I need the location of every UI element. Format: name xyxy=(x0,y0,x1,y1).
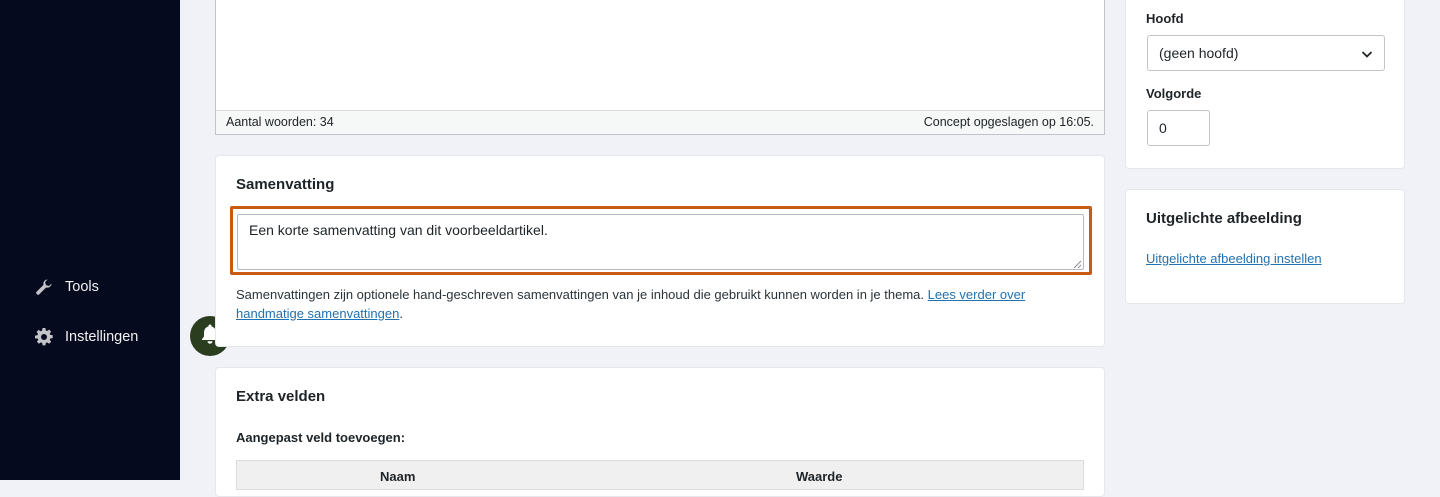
excerpt-textarea[interactable]: Een korte samenvatting van dit voorbeeld… xyxy=(237,214,1084,270)
excerpt-title: Samenvatting xyxy=(236,176,335,193)
parent-select-value: (geen hoofd) xyxy=(1159,45,1239,61)
featured-image-title: Uitgelichte afbeelding xyxy=(1146,210,1302,227)
help-text-body: Samenvattingen zijn optionele hand-gesch… xyxy=(236,287,928,302)
admin-sidebar: Tools Instellingen xyxy=(0,0,180,480)
wrench-icon xyxy=(34,277,54,297)
gear-icon xyxy=(34,327,54,347)
order-label: Volgorde xyxy=(1146,86,1202,101)
content-editor[interactable]: Aantal woorden: 34 Concept opgeslagen op… xyxy=(215,0,1105,135)
order-input[interactable] xyxy=(1147,110,1210,146)
sidebar-item-label: Instellingen xyxy=(65,329,139,345)
featured-image-panel xyxy=(1125,189,1405,304)
parent-select[interactable]: (geen hoofd) xyxy=(1147,35,1385,71)
set-featured-image-link[interactable]: Uitgelichte afbeelding instellen xyxy=(1146,251,1322,266)
draft-saved-status: Concept opgeslagen op 16:05. xyxy=(923,115,1094,129)
column-header-value: Waarde xyxy=(796,469,843,484)
editor-status-bar: Aantal woorden: 34 Concept opgeslagen op… xyxy=(216,110,1104,134)
excerpt-help-text: Samenvattingen zijn optionele hand-gesch… xyxy=(236,285,1086,323)
custom-fields-title: Extra velden xyxy=(236,388,326,405)
column-header-name: Naam xyxy=(380,469,416,484)
help-text-end: . xyxy=(399,306,403,321)
custom-fields-table-header: Naam Waarde xyxy=(236,460,1084,490)
chevron-down-icon xyxy=(1360,47,1374,64)
add-custom-field-label: Aangepast veld toevoegen: xyxy=(236,430,406,445)
sidebar-item-settings[interactable]: Instellingen xyxy=(0,319,180,355)
sidebar-item-label: Tools xyxy=(65,279,99,295)
parent-label: Hoofd xyxy=(1146,11,1184,26)
sidebar-item-tools[interactable]: Tools xyxy=(0,269,180,305)
resize-grip-icon[interactable] xyxy=(1072,259,1082,269)
word-count: Aantal woorden: 34 xyxy=(226,115,334,129)
